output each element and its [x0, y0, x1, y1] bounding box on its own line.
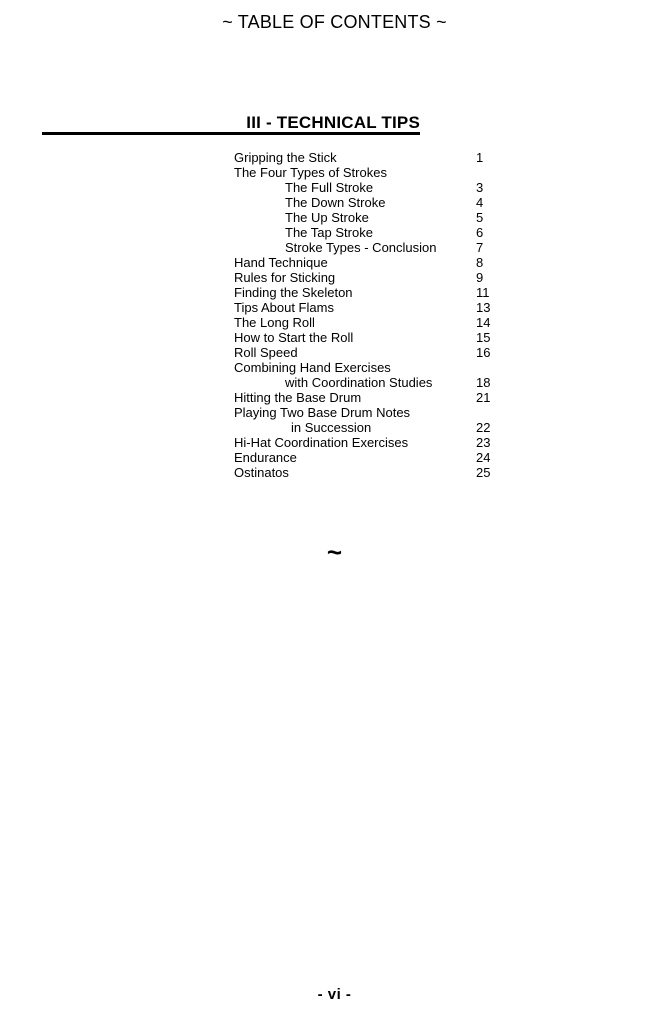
- toc-entry[interactable]: Hi-Hat Coordination Exercises 23: [0, 435, 669, 450]
- toc-entry-label: Roll Speed: [234, 345, 298, 360]
- toc-entry-label: Finding the Skeleton: [234, 285, 353, 300]
- toc-entry-page-number: 5: [476, 210, 484, 225]
- toc-entry[interactable]: The Full Stroke 3: [0, 180, 669, 195]
- toc-entry-page-number: 7: [476, 240, 484, 255]
- toc-entry-label: The Four Types of Strokes: [234, 165, 387, 180]
- page-title: ~ TABLE OF CONTENTS ~: [222, 12, 447, 32]
- toc-entry-page-number: 4: [476, 195, 484, 210]
- toc-entry[interactable]: The Down Stroke 4: [0, 195, 669, 210]
- tilde-ornament: ~: [326, 537, 343, 567]
- toc-entry-label: Gripping the Stick: [234, 150, 337, 165]
- toc-entry[interactable]: The Tap Stroke 6: [0, 225, 669, 240]
- toc-entry-page-number: 25: [476, 465, 491, 480]
- section-heading: III - TECHNICAL TIPS: [246, 113, 420, 132]
- toc-entry-page-number: 8: [476, 255, 484, 270]
- toc-entry-page-number: 3: [476, 180, 484, 195]
- toc-entry-label: The Up Stroke: [285, 210, 369, 225]
- toc-entry-page-number: 18: [476, 375, 491, 390]
- toc-entry[interactable]: The Up Stroke 5: [0, 210, 669, 225]
- toc-entry[interactable]: Finding the Skeleton 11: [0, 285, 669, 300]
- toc-entry[interactable]: Combining Hand Exercises: [0, 360, 669, 375]
- toc-entry-label: in Succession: [291, 420, 372, 435]
- toc-entry-label: Stroke Types - Conclusion: [285, 240, 437, 255]
- toc-entry-label: Playing Two Base Drum Notes: [234, 405, 411, 420]
- toc-entry-label: Tips About Flams: [234, 300, 334, 315]
- toc-entry[interactable]: Gripping the Stick 1: [0, 150, 669, 165]
- toc-entry[interactable]: How to Start the Roll 15: [0, 330, 669, 345]
- toc-entry-label: Hand Technique: [234, 255, 328, 270]
- toc-entry-page-number: 16: [476, 345, 491, 360]
- document-page: ~ TABLE OF CONTENTS ~ III - TECHNICAL TI…: [0, 0, 669, 1022]
- toc-entry[interactable]: Roll Speed 16: [0, 345, 669, 360]
- toc-entry-label: Rules for Sticking: [234, 270, 336, 285]
- toc-entry-label: Endurance: [234, 450, 297, 465]
- toc-entry-page-number: 13: [476, 300, 491, 315]
- toc-entry-label: The Down Stroke: [285, 195, 386, 210]
- toc-entry-page-number: 21: [476, 390, 491, 405]
- toc-entry-page-number: 22: [476, 420, 491, 435]
- toc-entry-page-number: 1: [476, 150, 484, 165]
- toc-entry-label: The Tap Stroke: [285, 225, 373, 240]
- toc-entry-label: Combining Hand Exercises: [234, 360, 391, 375]
- toc-entry-page-number: 9: [476, 270, 484, 285]
- toc-entry-page-number: 23: [476, 435, 491, 450]
- toc-entry[interactable]: Tips About Flams 13: [0, 300, 669, 315]
- toc-entry[interactable]: Ostinatos 25: [0, 465, 669, 480]
- toc-entry-page-number: 15: [476, 330, 491, 345]
- toc-entry-page-number: 24: [476, 450, 491, 465]
- toc-entry[interactable]: Rules for Sticking 9: [0, 270, 669, 285]
- toc-entry[interactable]: Hand Technique 8: [0, 255, 669, 270]
- toc-entry[interactable]: The Four Types of Strokes: [0, 165, 669, 180]
- section-heading-block: III - TECHNICAL TIPS: [0, 113, 669, 139]
- toc-entry-label: Ostinatos: [234, 465, 289, 480]
- toc-entry-label: The Full Stroke: [285, 180, 374, 195]
- toc-entry[interactable]: Stroke Types - Conclusion 7: [0, 240, 669, 255]
- toc-entry-page-number: 6: [476, 225, 484, 240]
- toc-entry[interactable]: with Coordination Studies 18: [0, 375, 669, 390]
- page-number-footer: - vi -: [317, 986, 352, 1003]
- toc-entry[interactable]: The Long Roll 14: [0, 315, 669, 330]
- toc-entry-label: How to Start the Roll: [234, 330, 354, 345]
- toc-entry[interactable]: Hitting the Base Drum 21: [0, 390, 669, 405]
- table-of-contents-list: Gripping the Stick 1 The Four Types of Str…: [0, 150, 669, 480]
- toc-entry-label: Hi-Hat Coordination Exercises: [234, 435, 409, 450]
- toc-entry[interactable]: Playing Two Base Drum Notes: [0, 405, 669, 420]
- toc-entry[interactable]: Endurance 24: [0, 450, 669, 465]
- toc-entry-label: with Coordination Studies: [285, 375, 433, 390]
- toc-entry-page-number: 14: [476, 315, 491, 330]
- toc-entry-label: Hitting the Base Drum: [234, 390, 362, 405]
- toc-entry[interactable]: in Succession 22: [0, 420, 669, 435]
- toc-entry-label: The Long Roll: [234, 315, 315, 330]
- toc-entry-page-number: 11: [476, 285, 490, 300]
